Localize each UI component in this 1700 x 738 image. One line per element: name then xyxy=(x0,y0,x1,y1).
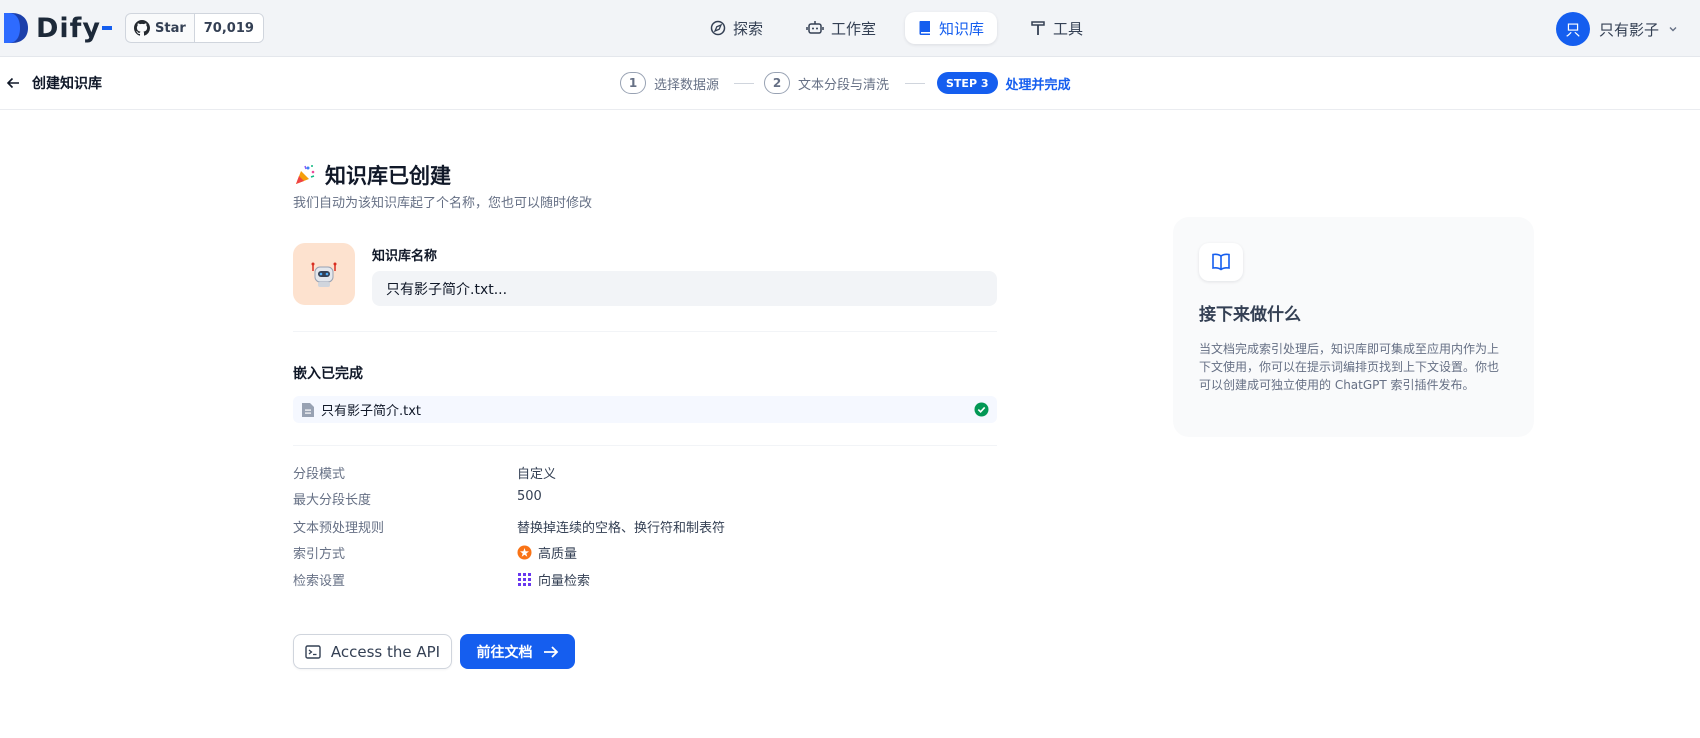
meta-value: 高质量 xyxy=(517,543,577,562)
robot-avatar-icon xyxy=(311,262,337,287)
check-circle-icon xyxy=(974,402,989,417)
page-title-text: 知识库已创建 xyxy=(325,164,451,188)
meta-value-text: 向量检索 xyxy=(538,574,591,589)
step-3-pill: STEP 3 xyxy=(937,72,998,94)
meta-key: 检索设置 xyxy=(293,574,346,589)
github-star-button[interactable]: Star xyxy=(126,14,194,42)
party-popper-icon xyxy=(296,165,315,184)
meta-value: 500 xyxy=(517,489,542,504)
dify-logo-mark xyxy=(4,13,28,43)
divider xyxy=(293,331,997,332)
next-steps-text: 当文档完成索引处理后，知识库即可集成至应用内作为上下文使用，你可以在提示词编排页… xyxy=(1199,342,1500,392)
star-badge-icon xyxy=(517,545,532,560)
grid-dots-icon xyxy=(518,573,531,586)
step-3-label: 处理并完成 xyxy=(1005,77,1071,93)
step-bar: 创建知识库 1 选择数据源 2 文本分段与清洗 STEP 3 处理并完成 xyxy=(0,57,1700,110)
meta-value-text: 替换掉连续的空格、换行符和制表符 xyxy=(517,521,726,536)
document-icon xyxy=(302,402,314,417)
embedded-file-row: 只有影子简介.txt xyxy=(293,396,997,423)
kb-name-label: 知识库名称 xyxy=(372,249,438,264)
arrow-left-icon xyxy=(6,77,19,89)
page-subtitle: 我们自动为该知识库起了个名称，您也可以随时修改 xyxy=(293,196,593,211)
github-star-count: 70,019 xyxy=(193,14,263,42)
github-star-label: Star xyxy=(155,20,186,36)
nav-tools[interactable]: 工具 xyxy=(1017,12,1096,44)
step-3: STEP 3 处理并完成 xyxy=(937,72,1071,94)
nav-tools-label: 工具 xyxy=(1053,19,1084,38)
step-1-number: 1 xyxy=(620,72,646,94)
nav-explore[interactable]: 探索 xyxy=(697,12,776,44)
access-api-button[interactable]: Access the API xyxy=(293,634,452,669)
divider xyxy=(293,445,997,446)
top-bar: Dify Star 70,019 探索 工作室 知识库 工具 只 只有影子 xyxy=(0,0,1700,57)
step-2-label: 文本分段与清洗 xyxy=(798,77,890,93)
access-api-label: Access the API xyxy=(330,642,441,661)
robot-icon xyxy=(806,21,824,34)
hammer-icon xyxy=(1031,21,1045,35)
kb-name-input[interactable]: 只有影子简介.txt... xyxy=(372,271,997,306)
meta-value: 向量检索 xyxy=(517,570,590,589)
brand-underscore xyxy=(102,26,113,30)
embed-status-title: 嵌入已完成 xyxy=(293,366,363,382)
nav-explore-label: 探索 xyxy=(733,19,764,38)
nav-studio[interactable]: 工作室 xyxy=(793,12,889,44)
chevron-down-icon xyxy=(1669,27,1677,32)
file-name: 只有影子简介.txt xyxy=(321,404,422,419)
step-connector xyxy=(734,83,754,84)
step-2: 2 文本分段与清洗 xyxy=(764,72,889,94)
terminal-icon xyxy=(305,644,321,659)
back-button[interactable]: 创建知识库 xyxy=(6,73,102,93)
nav-studio-label: 工作室 xyxy=(831,19,877,38)
step-connector xyxy=(905,83,925,84)
back-label: 创建知识库 xyxy=(32,76,102,92)
user-menu[interactable]: 只 只有影子 xyxy=(1556,12,1678,46)
meta-key: 索引方式 xyxy=(293,547,346,562)
next-steps-title: 接下来做什么 xyxy=(1199,305,1301,325)
meta-key: 最大分段长度 xyxy=(293,493,372,508)
arrow-right-icon xyxy=(543,645,558,658)
meta-value: 自定义 xyxy=(517,463,556,482)
user-name: 只有影子 xyxy=(1599,20,1660,39)
dify-logo[interactable]: Dify xyxy=(4,12,113,44)
meta-key: 文本预处理规则 xyxy=(293,521,385,536)
step-2-number: 2 xyxy=(764,72,790,94)
go-to-document-button[interactable]: 前往文档 xyxy=(460,634,575,669)
meta-value: 替换掉连续的空格、换行符和制表符 xyxy=(517,517,725,536)
nav-knowledge-label: 知识库 xyxy=(939,19,985,38)
github-icon xyxy=(134,20,150,36)
book-open-icon-wrap xyxy=(1199,243,1243,281)
page-title: 知识库已创建 xyxy=(293,160,451,190)
nav-knowledge[interactable]: 知识库 xyxy=(905,12,998,44)
go-to-document-label: 前往文档 xyxy=(476,644,533,661)
avatar: 只 xyxy=(1556,12,1590,46)
meta-key: 分段模式 xyxy=(293,467,346,482)
step-1: 1 选择数据源 xyxy=(620,72,719,94)
meta-value-text: 500 xyxy=(517,489,542,504)
next-steps-card: 接下来做什么 当文档完成索引处理后，知识库即可集成至应用内作为上下文使用，你可以… xyxy=(1173,217,1534,437)
book-open-icon xyxy=(1212,253,1230,271)
step-1-label: 选择数据源 xyxy=(654,77,720,93)
book-icon xyxy=(919,21,930,35)
knowledge-icon[interactable] xyxy=(293,243,355,305)
compass-icon xyxy=(710,20,726,36)
brand-name: Dify xyxy=(36,12,102,44)
github-star-widget[interactable]: Star 70,019 xyxy=(125,13,264,43)
meta-value-text: 自定义 xyxy=(517,467,557,482)
meta-value-text: 高质量 xyxy=(538,547,578,562)
